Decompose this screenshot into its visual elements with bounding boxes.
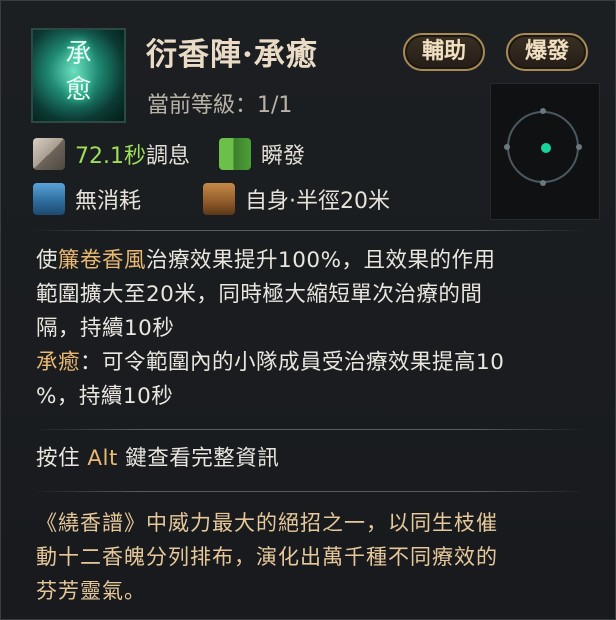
skill-tooltip: 承 愈 衍香陣·承癒 當前等級：1/1 輔助 爆發 72.1秒 調息 瞬發 無消… <box>0 0 616 620</box>
cost-label: 無消耗 <box>75 189 142 214</box>
description-line-3: 隔，持續10秒 <box>36 316 175 341</box>
stat-cost: 無消耗 <box>33 181 141 217</box>
stat-range: 自身·半徑20米 <box>203 181 390 217</box>
lore-line-3: 芬芳靈氣。 <box>36 579 146 603</box>
alt-key: Alt <box>87 446 118 471</box>
stat-cooldown: 72.1秒 調息 <box>33 136 190 172</box>
skill-level-value: 1/1 <box>257 93 293 118</box>
skill-lore: 《繞香譜》中威力最大的絕招之一，以同生枝催 動十二香魄分列排布，演化出萬千種不同… <box>36 506 588 608</box>
skill-icon-glyph-top: 承 <box>65 39 92 69</box>
description-line-4: 承癒：可令範圍內的小隊成員受治療效果提高10 <box>36 346 586 380</box>
stat-cast: 瞬發 <box>219 136 305 172</box>
alt-hint-post: 鍵查看完整資訊 <box>117 446 280 471</box>
divider-middle <box>31 429 587 430</box>
skill-level-label: 當前等級： <box>147 93 258 118</box>
divider-top <box>31 230 587 231</box>
skill-icon-glyph: 承 愈 <box>33 36 124 108</box>
cooldown-value: 72.1秒 <box>75 144 146 169</box>
range-tick-left <box>504 144 510 150</box>
cooldown-icon <box>33 138 65 170</box>
range-tick-right <box>576 144 582 150</box>
skill-icon: 承 愈 <box>31 28 126 123</box>
description-highlight-2: 承癒 <box>36 350 81 375</box>
lore-line-2: 動十二香魄分列排布，演化出萬千種不同療效的 <box>36 545 498 569</box>
description-line-1-pre: 使 <box>36 248 59 273</box>
description-line-1-post: 治療效果提升100%，且效果的作用 <box>146 248 496 273</box>
range-tick-bottom <box>540 180 546 186</box>
divider-bottom <box>31 491 587 492</box>
description-line-4-post: ：可令範圍內的小隊成員受治療效果提高10 <box>80 350 505 375</box>
tag-support: 輔助 <box>403 33 485 71</box>
skill-description: 使簾卷香風治療效果提升100%，且效果的作用 範圍擴大至20米，同時極大縮短單次… <box>36 244 586 414</box>
cost-icon <box>33 183 65 215</box>
cast-icon <box>219 138 251 170</box>
player-dot-icon <box>541 143 551 153</box>
description-line-1: 使簾卷香風治療效果提升100%，且效果的作用 <box>36 244 586 278</box>
lore-line-1: 《繞香譜》中威力最大的絕招之一，以同生枝催 <box>36 511 498 535</box>
alt-hint: 按住 Alt 鍵查看完整資訊 <box>36 442 586 476</box>
tag-burst: 爆發 <box>506 33 588 71</box>
description-line-2: 範圍擴大至20米，同時極大縮短單次治療的間 <box>36 282 483 307</box>
range-tick-top <box>540 108 546 114</box>
range-indicator <box>490 83 600 220</box>
skill-level: 當前等級：1/1 <box>147 87 292 119</box>
description-highlight-1: 簾卷香風 <box>58 248 147 273</box>
description-line-5: %，持續10秒 <box>36 384 174 409</box>
skill-icon-glyph-bottom: 愈 <box>65 75 92 105</box>
range-label: 自身·半徑20米 <box>245 189 390 214</box>
range-icon <box>203 183 235 215</box>
cooldown-label: 調息 <box>146 144 191 169</box>
alt-hint-pre: 按住 <box>36 446 88 471</box>
skill-title: 衍香陣·承癒 <box>146 37 318 73</box>
cast-label: 瞬發 <box>261 144 306 169</box>
